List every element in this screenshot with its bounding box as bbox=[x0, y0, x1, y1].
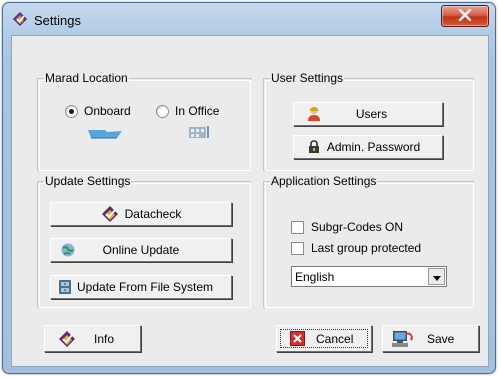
cancel-button[interactable]: Cancel bbox=[276, 325, 372, 352]
application-settings-label: Application Settings bbox=[270, 174, 378, 188]
close-x-icon bbox=[458, 8, 472, 24]
user-settings-group: User Settings Users Admin. Password bbox=[263, 71, 474, 171]
padlock-icon bbox=[305, 138, 323, 156]
diamond-app-icon bbox=[12, 11, 28, 27]
info-button-label: Info bbox=[94, 331, 115, 346]
info-button[interactable]: Info bbox=[44, 325, 141, 352]
language-select-value: English bbox=[295, 269, 335, 284]
datacheck-button-label: Datacheck bbox=[124, 207, 182, 221]
admin-password-button-label: Admin. Password bbox=[326, 140, 421, 154]
globe-update-icon bbox=[59, 241, 77, 259]
cancel-focus-ring bbox=[280, 329, 368, 348]
last-group-protected-box[interactable] bbox=[291, 241, 304, 255]
update-from-file-system-button[interactable]: Update From File System bbox=[50, 275, 232, 299]
marad-location-group: Marad Location Onboard In Office bbox=[37, 71, 251, 171]
application-settings-group: Application Settings Subgr-Codes ON Last… bbox=[263, 174, 474, 308]
ship-icon bbox=[87, 128, 123, 143]
language-select[interactable]: English bbox=[291, 266, 447, 287]
user-settings-label: User Settings bbox=[270, 71, 345, 85]
diamond-info-icon bbox=[58, 330, 76, 348]
radio-onboard-circle[interactable] bbox=[65, 104, 78, 118]
close-button[interactable] bbox=[441, 5, 489, 27]
language-dropdown-button[interactable] bbox=[428, 268, 445, 285]
users-button[interactable]: Users bbox=[293, 102, 443, 126]
subgr-codes-box[interactable] bbox=[291, 220, 304, 234]
admin-password-button[interactable]: Admin. Password bbox=[293, 135, 443, 159]
office-building-icon bbox=[188, 125, 210, 142]
radio-in-office[interactable]: In Office bbox=[156, 104, 219, 118]
save-button[interactable]: Save bbox=[382, 325, 479, 352]
save-button-label: Save bbox=[427, 331, 455, 346]
update-settings-group: Update Settings Datacheck Online Update … bbox=[37, 174, 251, 308]
datacheck-button-content: Datacheck bbox=[51, 205, 231, 223]
subgr-codes-label: Subgr-Codes ON bbox=[311, 220, 404, 234]
last-group-protected-label: Last group protected bbox=[311, 241, 422, 255]
radio-in-office-label: In Office bbox=[175, 104, 220, 118]
users-button-label: Users bbox=[355, 107, 388, 121]
online-update-button-label: Online Update bbox=[102, 243, 180, 257]
online-update-button[interactable]: Online Update bbox=[50, 238, 232, 262]
update-from-file-system-button-label: Update From File System bbox=[77, 280, 214, 294]
settings-window: Settings Marad Location Onboard In Offic… bbox=[2, 2, 496, 374]
user-icon bbox=[305, 105, 323, 123]
update-settings-label: Update Settings bbox=[44, 174, 132, 188]
title-bar[interactable]: Settings bbox=[3, 3, 495, 37]
subgr-codes-checkbox[interactable]: Subgr-Codes ON bbox=[291, 220, 403, 234]
marad-location-label: Marad Location bbox=[44, 71, 129, 85]
window-title: Settings bbox=[34, 13, 81, 28]
radio-onboard[interactable]: Onboard bbox=[65, 104, 131, 118]
radio-in-office-circle[interactable] bbox=[156, 104, 169, 118]
datacheck-button[interactable]: Datacheck bbox=[50, 202, 232, 226]
diamond-check-icon bbox=[101, 205, 119, 223]
radio-onboard-label: Onboard bbox=[84, 104, 131, 118]
chevron-down-icon bbox=[432, 270, 441, 284]
file-cabinet-icon bbox=[56, 278, 74, 296]
last-group-protected-checkbox[interactable]: Last group protected bbox=[291, 241, 421, 255]
save-computer-icon bbox=[391, 330, 413, 348]
dialog-client: Marad Location Onboard In Office User Se… bbox=[11, 35, 489, 367]
